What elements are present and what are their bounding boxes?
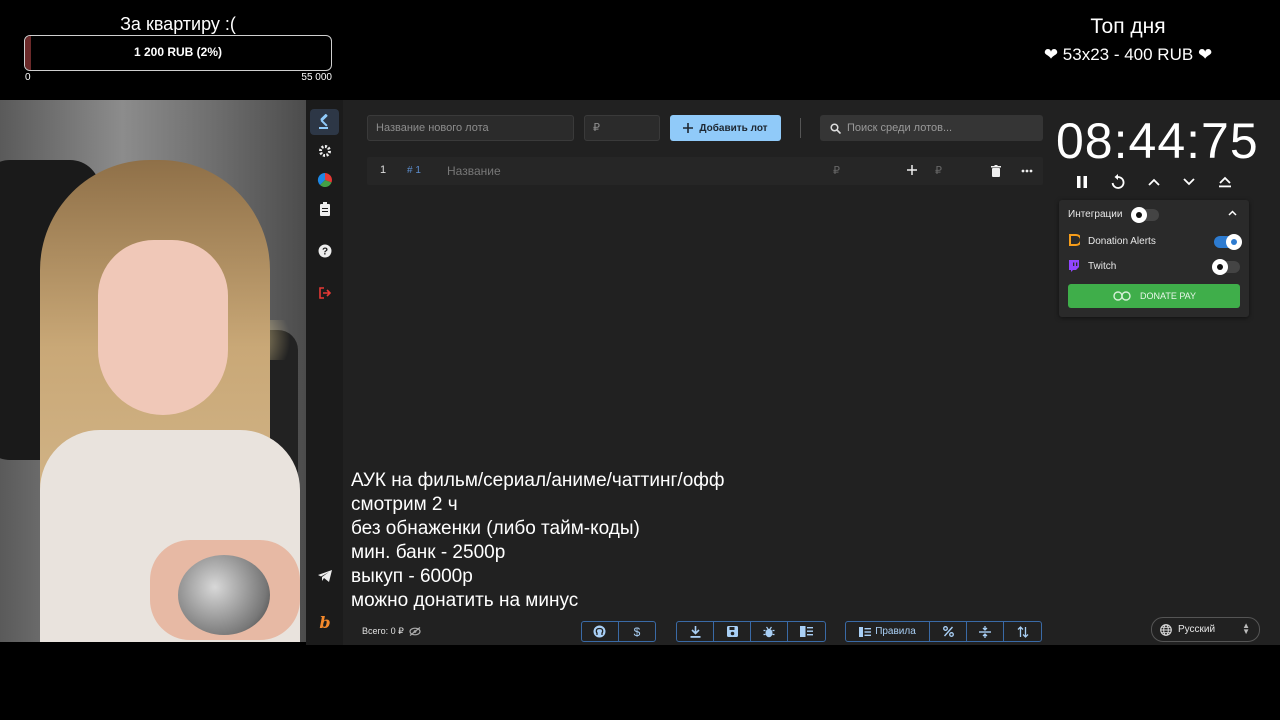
total-sum: Всего: 0 ₽ — [362, 626, 421, 637]
sort-icon[interactable] — [1004, 622, 1041, 641]
new-lot-amount-input[interactable]: ₽ — [584, 115, 660, 141]
eye-off-icon[interactable] — [409, 627, 421, 636]
auction-timer: 08:44:75 — [1056, 113, 1259, 169]
select-arrows-icon: ▲ ▼ — [1242, 621, 1250, 636]
rules-line: выкуп - 6000р — [351, 566, 473, 587]
logout-icon[interactable] — [310, 280, 339, 306]
rules-icon — [859, 626, 872, 637]
lot-add-amount-input[interactable]: ₽ — [935, 164, 942, 177]
donate-pay-icon — [1113, 291, 1131, 301]
data-toolbar — [676, 621, 826, 642]
pie-chart-icon[interactable] — [310, 167, 339, 193]
save-icon[interactable] — [714, 622, 751, 641]
split-icon[interactable] — [967, 622, 1004, 641]
plus-icon — [683, 123, 694, 133]
top-day-entry: ❤ 53x23 - 400 RUB ❤ — [1020, 45, 1236, 65]
search-icon — [830, 122, 841, 134]
rules-label: Правила — [875, 626, 916, 637]
twitch-label: Twitch — [1088, 261, 1117, 272]
rules-line: смотрим 2 ч — [351, 494, 458, 515]
lot-amount-input[interactable]: ₽ — [833, 164, 840, 177]
svg-text:$: $ — [633, 625, 640, 638]
goal-title: За квартиру :( — [120, 14, 236, 34]
eject-icon[interactable] — [1214, 172, 1236, 192]
auction-app: ? b Название нового лота ₽ Добавить лот … — [306, 100, 1280, 645]
clipboard-icon[interactable] — [310, 196, 339, 222]
goal-amount: 1 200 RUB (2%) — [133, 45, 223, 59]
donation-alerts-toggle[interactable] — [1214, 234, 1242, 250]
bug-icon[interactable] — [751, 622, 788, 641]
heart-icon: ❤ — [1043, 45, 1059, 64]
github-icon[interactable] — [582, 622, 619, 641]
gear-icon[interactable] — [310, 138, 339, 164]
search-input[interactable]: Поиск среди лотов... — [820, 115, 1043, 141]
sidebar: ? b — [306, 100, 343, 645]
lot-row: 1 # 1 Название ₽ ₽ — [367, 157, 1043, 185]
donate-pay-label: DONATE PAY — [1139, 291, 1196, 301]
percent-icon[interactable] — [930, 622, 967, 641]
plus-icon[interactable] — [907, 165, 917, 175]
trash-icon[interactable] — [991, 165, 1001, 177]
rules-button[interactable]: Правила — [846, 622, 930, 641]
total-label: Всего: 0 ₽ — [362, 626, 404, 636]
rules-line: без обнаженки (либо тайм-коды) — [351, 518, 640, 539]
svg-text:?: ? — [321, 247, 327, 258]
webcam-video — [0, 100, 306, 642]
language-label: Русский — [1178, 624, 1216, 635]
chevron-up-icon[interactable] — [1228, 210, 1237, 216]
top-day-title: Топ дня — [1090, 15, 1166, 38]
gavel-icon[interactable] — [310, 109, 339, 135]
integrations-panel: Интеграции Donation Alerts Twitch DONATE… — [1059, 200, 1249, 317]
telegram-icon[interactable] — [310, 563, 339, 589]
add-lot-button[interactable]: Добавить лот — [670, 115, 781, 141]
more-icon[interactable] — [1021, 169, 1033, 173]
toolbar-divider — [800, 118, 801, 138]
chevron-up-icon[interactable] — [1143, 172, 1165, 192]
lot-index: 1 — [380, 164, 387, 176]
pause-icon[interactable] — [1071, 172, 1093, 192]
donate-pay-button[interactable]: DONATE PAY — [1068, 284, 1240, 308]
integrations-toggle[interactable] — [1131, 207, 1159, 223]
brand-b-icon[interactable]: b — [310, 609, 339, 635]
goal-max-label: 55 000 — [301, 72, 332, 83]
heart-icon: ❤ — [1197, 45, 1213, 64]
rules-line: АУК на фильм/сериал/аниме/чаттинг/офф — [351, 470, 725, 491]
rules-line: можно донатить на минус — [351, 590, 579, 611]
twitch-toggle[interactable] — [1212, 259, 1240, 275]
new-lot-name-input[interactable]: Название нового лота — [367, 115, 574, 141]
twitch-icon — [1068, 259, 1080, 272]
goal-min-label: 0 — [25, 72, 31, 83]
help-icon[interactable]: ? — [310, 238, 339, 264]
donation-alerts-icon — [1068, 234, 1080, 246]
svg-text:b: b — [319, 614, 330, 630]
search-placeholder: Поиск среди лотов... — [847, 122, 953, 134]
lot-id: # 1 — [407, 165, 421, 176]
dollar-icon[interactable]: $ — [619, 622, 656, 641]
columns-icon[interactable] — [788, 622, 825, 641]
language-select[interactable]: Русский ▲ ▼ — [1151, 617, 1260, 642]
download-icon[interactable] — [677, 622, 714, 641]
add-lot-label: Добавить лот — [699, 122, 768, 134]
chevron-down-icon[interactable] — [1178, 172, 1200, 192]
lot-name-input[interactable]: Название — [447, 164, 501, 178]
auction-rules-text: АУК на фильм/сериал/аниме/чаттинг/офф см… — [351, 469, 725, 613]
globe-icon — [1160, 623, 1172, 636]
tools-toolbar: Правила — [845, 621, 1042, 642]
integrations-title: Интеграции — [1068, 209, 1123, 220]
goal-progress-bar: 1 200 RUB (2%) — [24, 35, 332, 71]
links-toolbar: $ — [581, 621, 656, 642]
top-day-entry-text: 53x23 - 400 RUB — [1062, 45, 1194, 64]
donation-alerts-label: Donation Alerts — [1088, 236, 1156, 247]
rules-line: мин. банк - 2500р — [351, 542, 506, 563]
restart-icon[interactable] — [1107, 172, 1129, 192]
